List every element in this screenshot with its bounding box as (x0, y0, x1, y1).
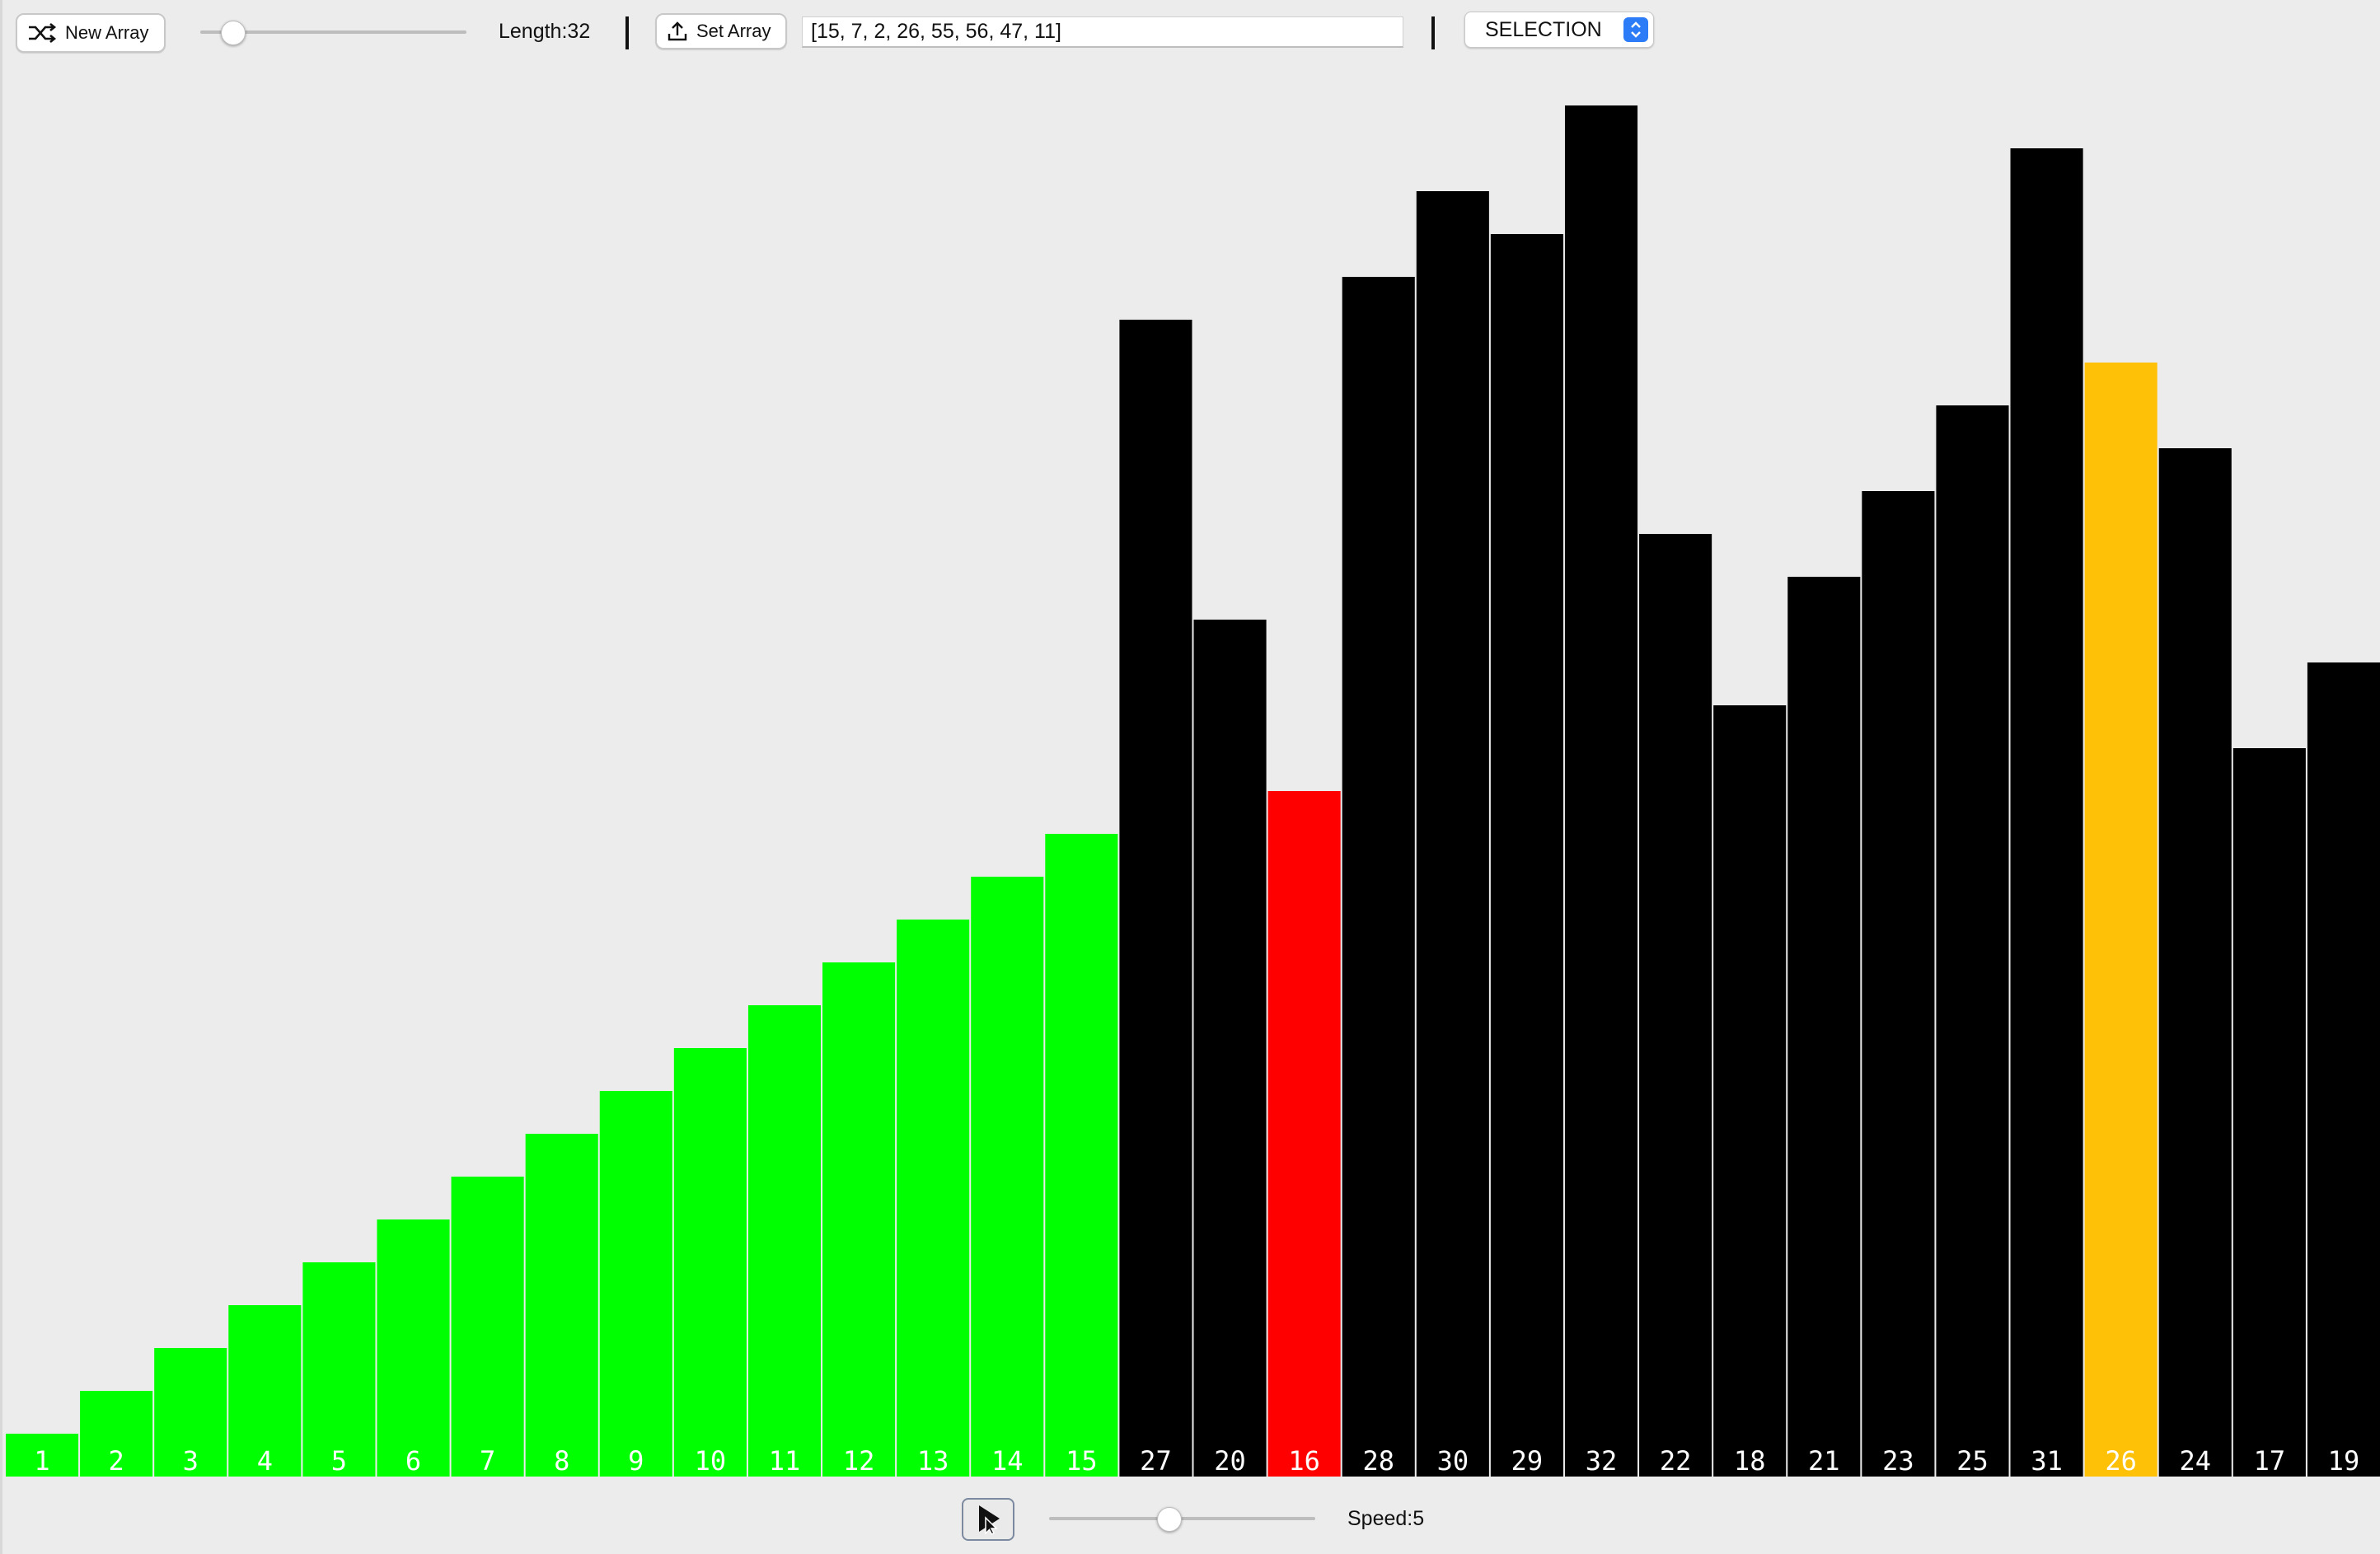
bar-31 (2232, 748, 2306, 1477)
length-slider-thumb[interactable] (220, 21, 246, 45)
speed-slider-thumb[interactable] (1157, 1507, 1183, 1532)
bar-30 (2158, 448, 2232, 1477)
bar-7 (451, 1177, 524, 1477)
new-array-button[interactable]: New Array (16, 13, 166, 53)
bar-21 (1490, 234, 1563, 1477)
bar-27 (1936, 405, 2009, 1477)
sorting-visualizer-app: New Array Length:32 Set Array SELECTION (0, 0, 2380, 1554)
toolbar-divider (625, 16, 629, 49)
bar-15 (1045, 834, 1118, 1477)
bar-1 (6, 1434, 79, 1477)
bar-16 (1119, 320, 1192, 1477)
upload-icon (667, 21, 688, 42)
speed-slider-track (1049, 1517, 1315, 1520)
bar-5 (302, 1262, 376, 1477)
bar-24 (1713, 705, 1787, 1477)
bar-8 (525, 1134, 598, 1477)
new-array-label: New Array (65, 22, 149, 43)
bar-32 (2307, 662, 2380, 1477)
bar-6 (377, 1219, 450, 1477)
set-array-button[interactable]: Set Array (655, 13, 787, 49)
bar-25 (1787, 577, 1861, 1477)
shuffle-icon (27, 22, 57, 44)
speed-label: Speed:5 (1347, 1507, 1425, 1530)
bar-chart: 1 2 3 4 5 6 7 8 9 10 11 12 13 14 15 27 20 16 28 30 29 32 22 18 2… (2, 0, 2380, 1554)
bar-23 (1639, 534, 1712, 1477)
chevron-updown-icon (1623, 17, 1648, 42)
array-input[interactable] (802, 16, 1403, 48)
bar-9 (599, 1091, 672, 1477)
bars-svg: 1 2 3 4 5 6 7 8 9 10 11 12 13 14 15 27 20 16 28 30 29 32 22 18 2… (6, 105, 2380, 1477)
bar-14 (971, 877, 1044, 1477)
set-array-label: Set Array (696, 21, 771, 41)
speed-slider[interactable] (1049, 1506, 1315, 1532)
bar-20 (1416, 191, 1489, 1477)
bar-22 (1564, 105, 1638, 1477)
algorithm-select-value: SELECTION (1485, 17, 1602, 41)
bar-11 (747, 1005, 822, 1477)
length-label: Length:32 (499, 20, 591, 43)
bar-28 (2010, 148, 2083, 1477)
play-icon (972, 1502, 1005, 1538)
play-button[interactable] (962, 1498, 1014, 1541)
algorithm-select[interactable]: SELECTION (1464, 12, 1654, 48)
top-toolbar: New Array Length:32 Set Array SELECTION (2, 0, 2380, 66)
bar-19 (1342, 277, 1415, 1477)
bar-4 (228, 1305, 302, 1477)
length-slider[interactable] (200, 20, 466, 45)
bar-2 (80, 1391, 153, 1477)
bar-18 (1267, 791, 1341, 1477)
bar-13 (897, 920, 970, 1477)
toolbar-divider (1431, 16, 1435, 49)
bar-12 (822, 962, 896, 1477)
bar-3 (154, 1348, 227, 1477)
bar-17 (1193, 620, 1267, 1477)
bar-29 (2084, 363, 2157, 1477)
bar-10 (673, 1048, 747, 1477)
bar-26 (1862, 491, 1935, 1477)
